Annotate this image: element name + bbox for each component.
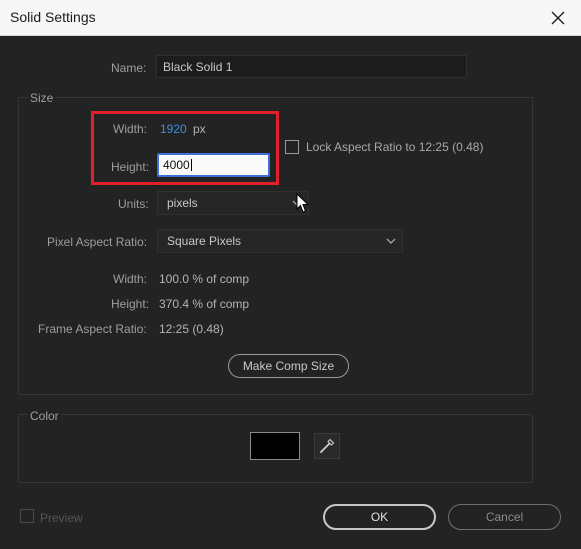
preview-checkbox[interactable] <box>20 509 34 523</box>
par-label: Pixel Aspect Ratio: <box>47 235 148 249</box>
title-bar: Solid Settings <box>0 0 581 36</box>
info-width-value: 100.0 % of comp <box>159 272 250 286</box>
close-icon <box>551 11 565 24</box>
name-input[interactable]: Black Solid 1 <box>156 55 467 78</box>
color-swatch[interactable] <box>250 432 300 460</box>
width-label: Width: <box>113 122 148 136</box>
text-caret <box>190 159 192 171</box>
info-height-label: Height: <box>111 297 150 311</box>
info-width-label: Width: <box>113 272 148 286</box>
preview-label: Preview <box>40 511 83 525</box>
par-select[interactable]: Square Pixels <box>157 229 403 253</box>
units-label: Units: <box>118 197 149 211</box>
mouse-pointer-icon <box>296 193 310 213</box>
height-input[interactable]: 4000 <box>157 153 270 177</box>
name-label: Name: <box>111 61 147 75</box>
make-comp-size-label: Make Comp Size <box>242 359 335 373</box>
chevron-down-icon <box>386 238 396 244</box>
width-unit: px <box>193 122 206 136</box>
color-group-title: Color <box>28 409 61 423</box>
ok-label: OK <box>370 510 389 524</box>
name-value: Black Solid 1 <box>163 59 233 74</box>
height-label: Height: <box>111 160 150 174</box>
make-comp-size-button[interactable]: Make Comp Size <box>228 354 349 378</box>
size-group-title: Size <box>28 91 56 105</box>
width-value[interactable]: 1920 <box>160 122 187 136</box>
close-button[interactable] <box>535 0 581 35</box>
frame-aspect-label: Frame Aspect Ratio: <box>38 322 147 336</box>
ok-button[interactable]: OK <box>323 504 436 530</box>
units-select[interactable]: pixels <box>157 191 309 215</box>
info-height-value: 370.4 % of comp <box>159 297 250 311</box>
window-title: Solid Settings <box>10 9 96 25</box>
lock-aspect-label[interactable]: Lock Aspect Ratio to 12:25 (0.48) <box>306 140 483 154</box>
par-value: Square Pixels <box>167 234 242 248</box>
lock-aspect-checkbox[interactable] <box>285 140 299 154</box>
units-value: pixels <box>167 196 198 210</box>
cancel-label: Cancel <box>485 510 524 524</box>
frame-aspect-value: 12:25 (0.48) <box>159 322 224 336</box>
eyedropper-icon <box>319 438 335 454</box>
cancel-button[interactable]: Cancel <box>448 504 561 530</box>
eyedropper-button[interactable] <box>314 433 340 459</box>
height-value: 4000 <box>163 158 190 172</box>
